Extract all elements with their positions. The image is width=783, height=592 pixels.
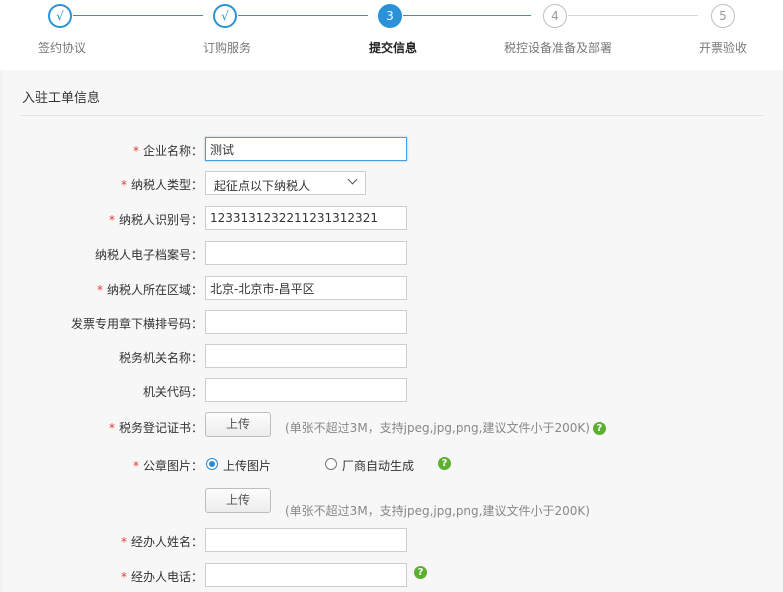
work-order-form: 入驻工单信息 *企业名称： *纳税人类型： 起征点以下纳税人 *纳税人识别号： … bbox=[3, 70, 783, 592]
required-mark: * bbox=[132, 144, 139, 158]
step-1-check-icon: √ bbox=[48, 4, 72, 28]
step-5-indicator: 5 bbox=[711, 4, 735, 28]
invoice-seal-input[interactable] bbox=[205, 310, 407, 334]
seal-upload-radio-label[interactable]: 上传图片 bbox=[223, 457, 271, 474]
form-title: 入驻工单信息 bbox=[22, 91, 101, 106]
agent-name-input[interactable] bbox=[205, 528, 407, 552]
seal-upload-row: 上传 (单张不超过3M，支持jpeg,jpg,png,建议文件小于200K) bbox=[3, 488, 783, 518]
region-row: * 纳税人所在区域： bbox=[3, 276, 783, 302]
step-connector bbox=[238, 15, 368, 16]
taxpayer-id-input[interactable] bbox=[205, 206, 407, 230]
agent-phone-input[interactable] bbox=[205, 563, 407, 587]
required-mark: * bbox=[132, 459, 139, 473]
seal-image-label: * 公章图片： bbox=[132, 459, 203, 473]
help-icon[interactable]: ? bbox=[414, 566, 427, 579]
required-mark: * bbox=[96, 283, 103, 297]
tax-office-label: 税务机关名称： bbox=[118, 351, 203, 365]
tax-office-input[interactable] bbox=[205, 344, 407, 368]
taxpayer-type-value: 起征点以下纳税人 bbox=[214, 179, 311, 193]
step-connector bbox=[73, 15, 203, 16]
step-5-label: 开票验收 bbox=[699, 41, 748, 55]
company-name-row: * 企业名称： bbox=[3, 137, 783, 163]
step-4-indicator: 4 bbox=[543, 4, 567, 28]
agent-phone-row: * 经办人电话： ? bbox=[3, 563, 783, 589]
seal-auto-radio-label[interactable]: 厂商自动生成 bbox=[342, 457, 414, 474]
step-4-label: 税控设备准备及部署 bbox=[504, 41, 613, 55]
invoice-seal-label: 发票专用章下横排号码： bbox=[70, 317, 203, 331]
taxpayer-id-row: * 纳税人识别号： bbox=[3, 206, 783, 232]
company-name-label: * 企业名称： bbox=[132, 144, 203, 158]
agent-name-label: * 经办人姓名： bbox=[120, 535, 203, 549]
taxpayer-type-label: * 纳税人类型： bbox=[120, 178, 203, 192]
office-code-row: 机关代码： bbox=[3, 378, 783, 404]
tax-cert-upload-button[interactable]: 上传 bbox=[205, 412, 271, 437]
region-input[interactable] bbox=[205, 276, 407, 300]
chevron-down-icon bbox=[347, 174, 358, 185]
office-code-input[interactable] bbox=[205, 378, 407, 402]
taxpayer-id-label: * 纳税人识别号： bbox=[108, 213, 203, 227]
tax-office-row: 税务机关名称： bbox=[3, 344, 783, 370]
agent-name-row: * 经办人姓名： bbox=[3, 528, 783, 554]
help-icon[interactable]: ? bbox=[438, 457, 451, 470]
agent-phone-label: * 经办人电话： bbox=[120, 570, 203, 584]
seal-upload-radio[interactable] bbox=[206, 458, 218, 470]
seal-upload-button[interactable]: 上传 bbox=[205, 488, 271, 513]
step-3-indicator: 3 bbox=[378, 4, 402, 28]
step-2-check-icon: √ bbox=[213, 4, 237, 28]
company-name-input[interactable] bbox=[205, 137, 407, 161]
tax-cert-hint: (单张不超过3M，支持jpeg,jpg,png,建议文件小于200K)? bbox=[285, 419, 606, 436]
seal-auto-radio[interactable] bbox=[325, 458, 337, 470]
invoice-seal-row: 发票专用章下横排号码： bbox=[3, 310, 783, 336]
seal-upload-hint: (单张不超过3M，支持jpeg,jpg,png,建议文件小于200K) bbox=[285, 504, 590, 518]
progress-stepper: √ 签约协议 √ 订购服务 3 提交信息 4 税控设备准备及部署 5 开票验收 bbox=[0, 0, 783, 70]
e-archive-row: 纳税人电子档案号： bbox=[3, 241, 783, 267]
required-mark: * bbox=[108, 213, 115, 227]
taxpayer-type-row: * 纳税人类型： 起征点以下纳税人 bbox=[3, 171, 783, 197]
step-connector bbox=[403, 15, 531, 16]
tax-cert-row: * 税务登记证书： 上传 (单张不超过3M，支持jpeg,jpg,png,建议文件… bbox=[3, 412, 783, 438]
e-archive-input[interactable] bbox=[205, 241, 407, 265]
required-mark: * bbox=[120, 535, 127, 549]
taxpayer-type-select[interactable]: 起征点以下纳税人 bbox=[205, 171, 366, 195]
e-archive-label: 纳税人电子档案号： bbox=[94, 248, 203, 262]
step-1-label: 签约协议 bbox=[38, 41, 87, 55]
required-mark: * bbox=[120, 570, 127, 584]
help-icon[interactable]: ? bbox=[592, 422, 606, 435]
required-mark: * bbox=[120, 178, 127, 192]
step-connector bbox=[568, 15, 698, 16]
step-3-label: 提交信息 bbox=[369, 41, 418, 55]
office-code-label: 机关代码： bbox=[142, 385, 203, 399]
tax-cert-label: * 税务登记证书： bbox=[108, 421, 203, 435]
step-2-label: 订购服务 bbox=[203, 41, 252, 55]
seal-image-row: * 公章图片： 上传图片 厂商自动生成 ? bbox=[3, 452, 783, 478]
region-label: * 纳税人所在区域： bbox=[96, 283, 203, 297]
title-divider bbox=[21, 115, 764, 116]
required-mark: * bbox=[108, 421, 115, 435]
